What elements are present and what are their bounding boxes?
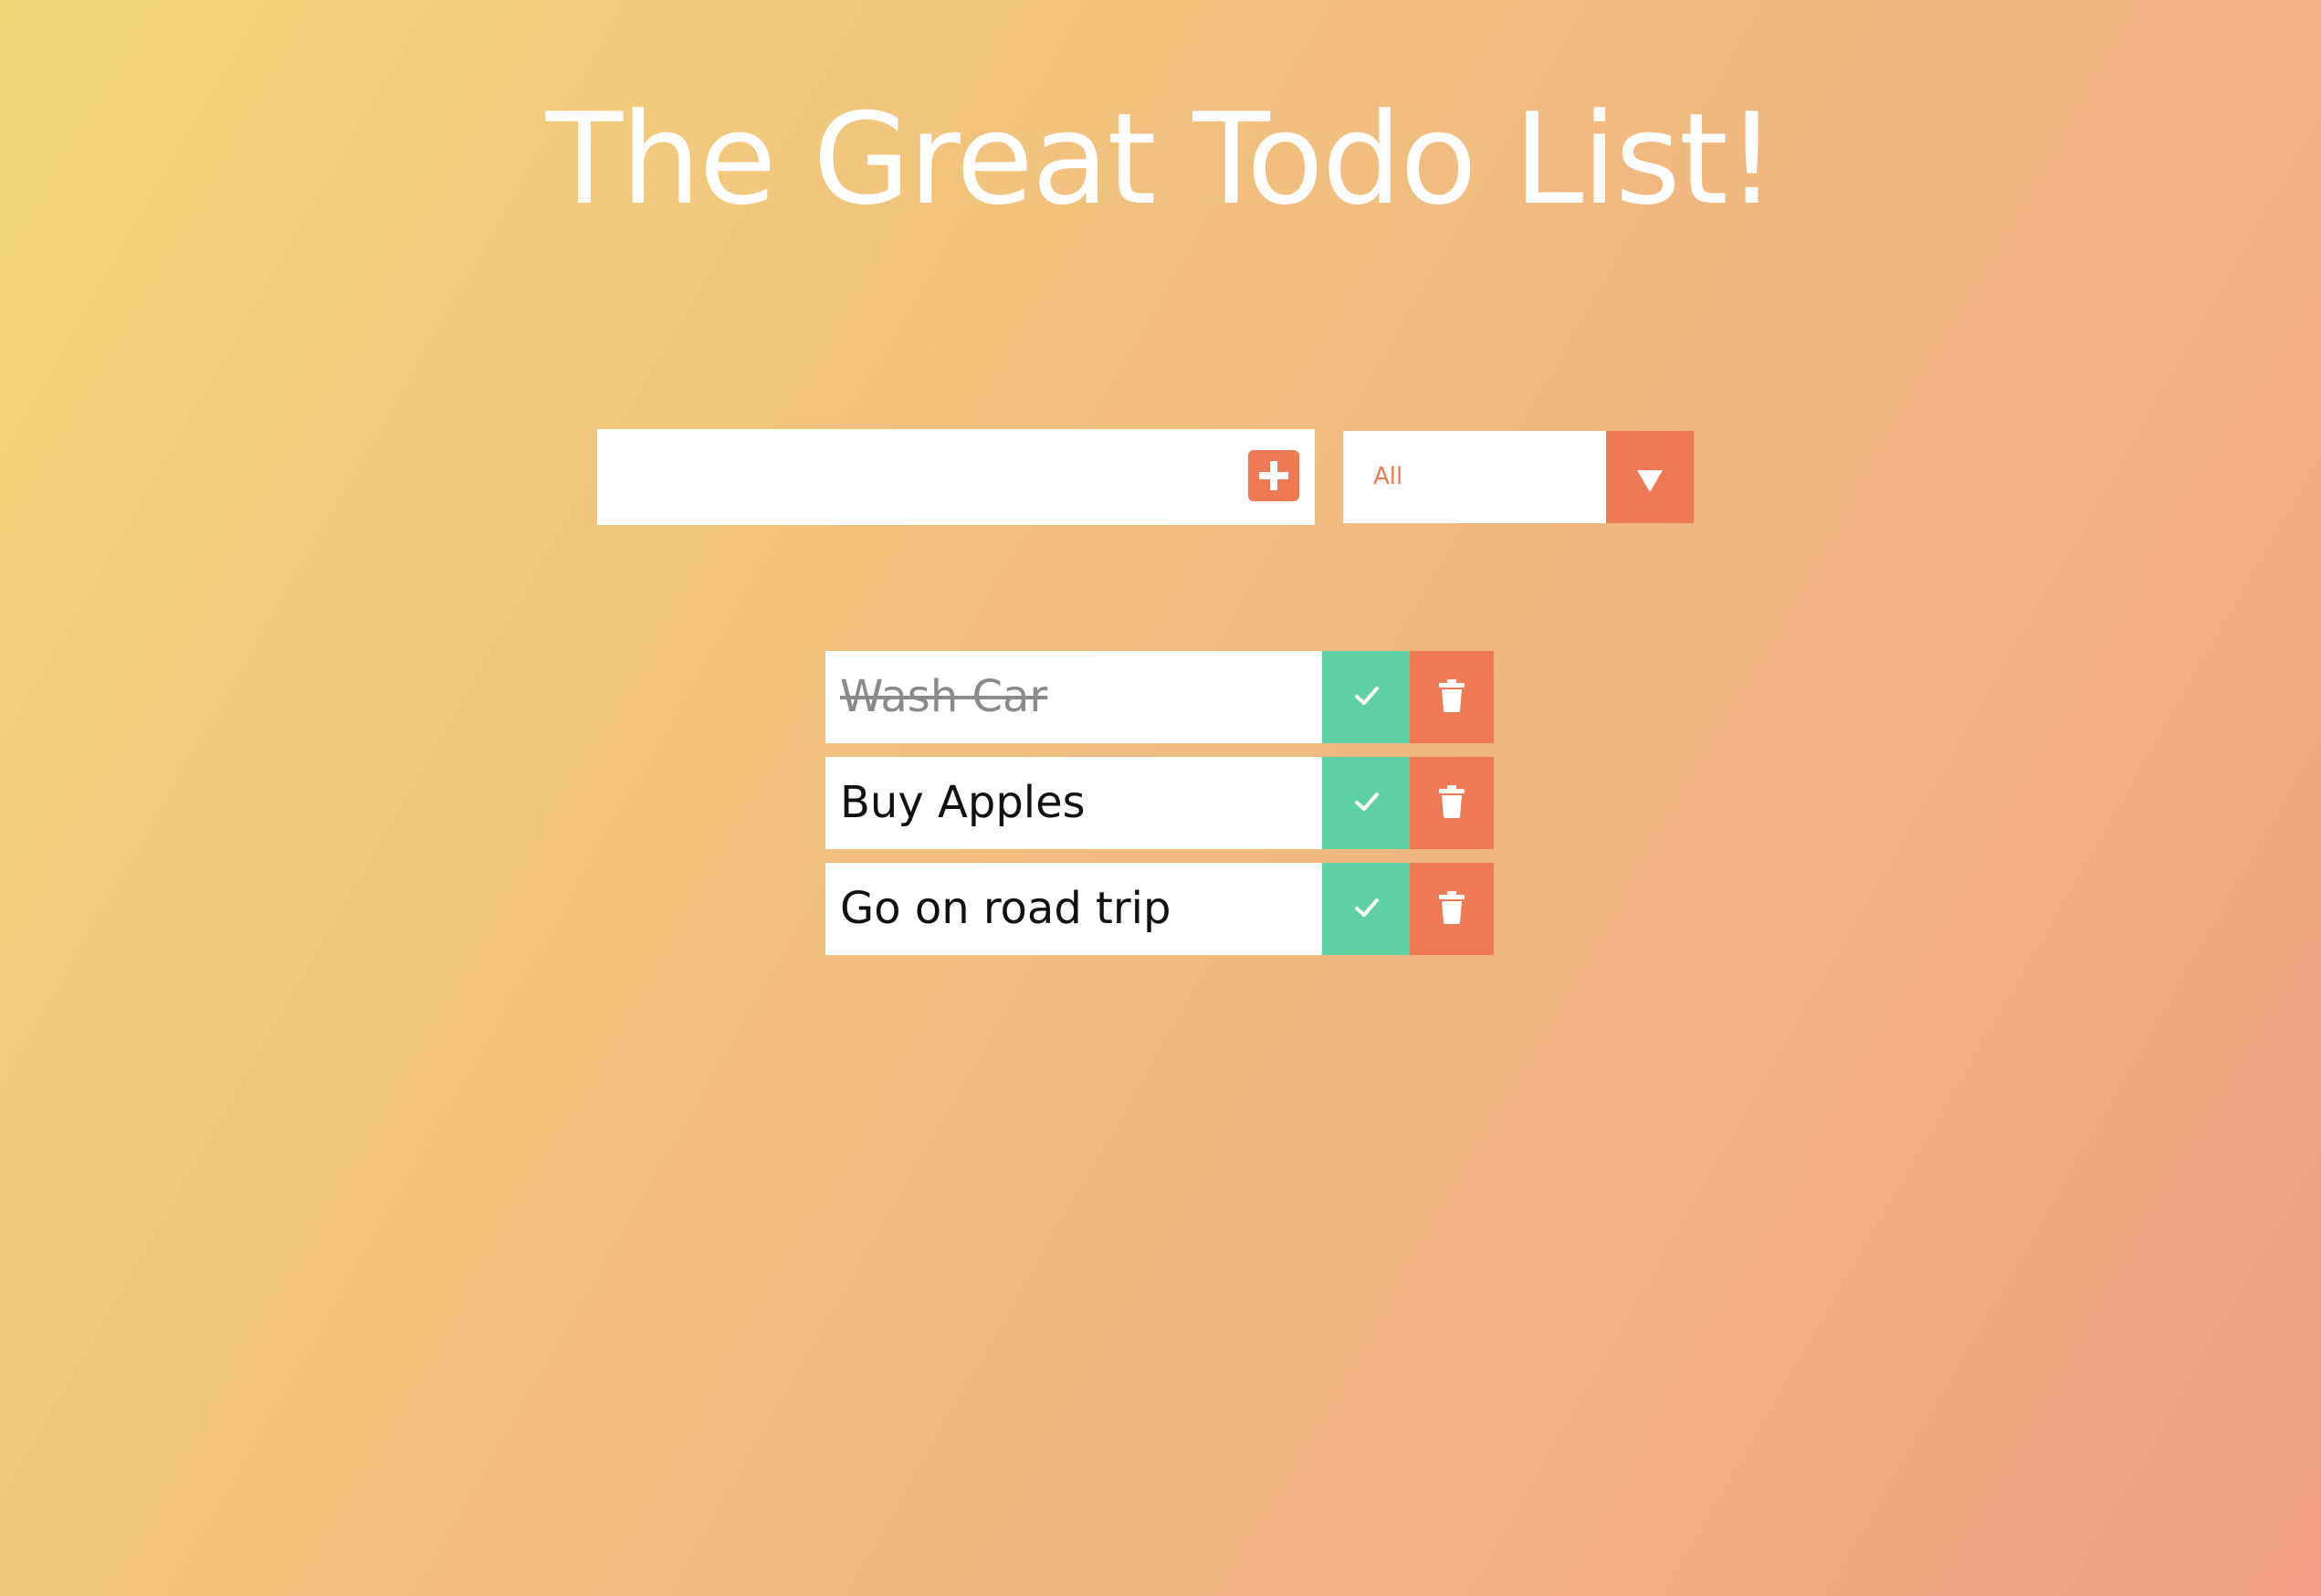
- trash-icon: [1439, 785, 1465, 818]
- todo-input[interactable]: [597, 429, 1218, 525]
- todo-item: Buy Apples: [825, 757, 1494, 849]
- todo-text: Go on road trip: [840, 883, 1171, 934]
- todo-input-container: [597, 429, 1315, 525]
- todo-text: Wash Car: [840, 671, 1048, 722]
- caret-down-icon: [1637, 470, 1663, 492]
- delete-button[interactable]: [1410, 651, 1494, 743]
- complete-button[interactable]: [1322, 651, 1410, 743]
- check-icon: [1355, 687, 1379, 705]
- todo-item: Wash Car: [825, 651, 1494, 743]
- add-todo-button[interactable]: [1248, 450, 1299, 501]
- todo-item: Go on road trip: [825, 863, 1494, 955]
- complete-button[interactable]: [1322, 863, 1410, 955]
- delete-button[interactable]: [1410, 863, 1494, 955]
- filter-selected-value: All: [1373, 463, 1403, 490]
- check-icon: [1355, 898, 1379, 917]
- todo-text: Buy Apples: [840, 777, 1086, 828]
- filter-select[interactable]: All: [1343, 431, 1694, 523]
- trash-icon: [1439, 891, 1465, 924]
- filter-dropdown-toggle[interactable]: [1606, 431, 1694, 523]
- todo-list: Wash Car Buy Apples Go on road trip: [825, 651, 1494, 969]
- complete-button[interactable]: [1322, 757, 1410, 849]
- check-icon: [1355, 793, 1379, 811]
- trash-icon: [1439, 679, 1465, 712]
- delete-button[interactable]: [1410, 757, 1494, 849]
- page-title: The Great Todo List!: [545, 86, 1777, 233]
